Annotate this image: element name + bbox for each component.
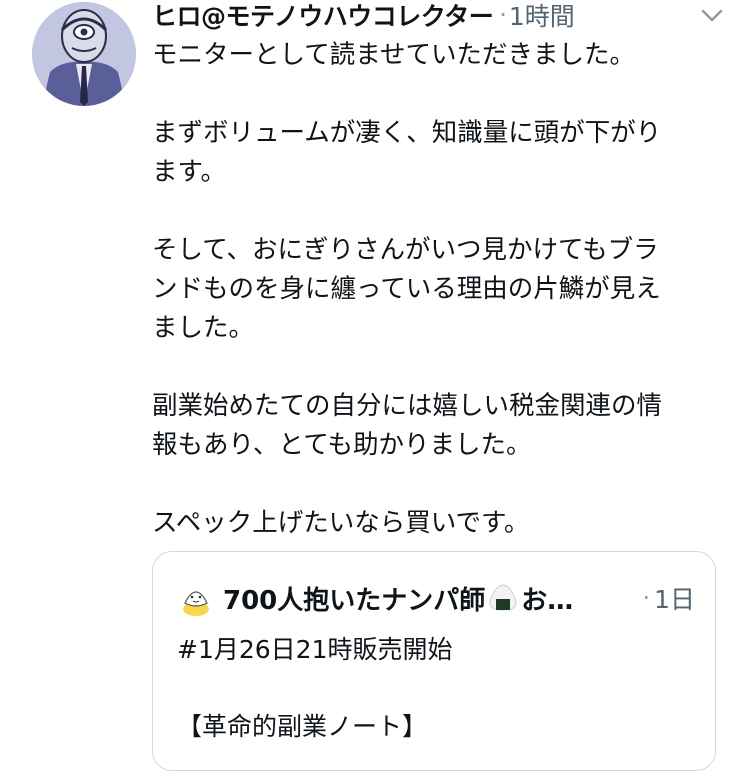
tweet-line: ンドものを身に纏っている理由の片鱗が見え bbox=[152, 274, 661, 304]
quoted-tweet-text: #1月26日21時販売開始 【革命的副業ノート】 bbox=[177, 631, 695, 746]
quoted-author-name-truncated[interactable]: お… bbox=[521, 580, 573, 617]
onigiri-icon bbox=[489, 584, 517, 611]
tweet-line: ます。 bbox=[152, 157, 226, 187]
author-avatar[interactable] bbox=[32, 2, 136, 106]
tweet-header: ヒロ@モテノウハウコレクター · 1時間 bbox=[152, 0, 750, 33]
quoted-tweet[interactable]: 700人抱いたナンパ師 お… · 1日 #1月26日21時販売開始 【革命的副業… bbox=[152, 551, 716, 771]
quoted-author-name[interactable]: 700人抱いたナンパ師 bbox=[223, 580, 485, 617]
tweet-line: そして、おにぎりさんがいつ見かけてもブラ bbox=[152, 235, 659, 265]
quoted-tweet-line: 【革命的副業ノート】 bbox=[177, 712, 428, 741]
tweet-line: モニターとして読ませていただきました。 bbox=[152, 40, 635, 70]
chevron-down-icon[interactable] bbox=[700, 8, 724, 24]
tweet-line: スペック上げたいなら買いです。 bbox=[152, 508, 530, 538]
tweet-line: 副業始めたての自分には嬉しい税金関連の情 bbox=[152, 391, 663, 421]
tweet-line: 報もあり、とても助かりました。 bbox=[152, 430, 532, 460]
quoted-header-separator: · bbox=[642, 584, 651, 612]
quoted-tweet-line: #1月26日21時販売開始 bbox=[177, 635, 453, 664]
tweet-text: モニターとして読ませていただきました。 まずボリュームが凄く、知識量に頭が下がり… bbox=[152, 36, 727, 543]
tweet-line: まずボリュームが凄く、知識量に頭が下がり bbox=[152, 118, 662, 148]
tweet-line: ました。 bbox=[152, 313, 255, 343]
author-name[interactable]: ヒロ@モテノウハウコレクター bbox=[152, 0, 494, 33]
tweet-time[interactable]: 1時間 bbox=[509, 0, 575, 33]
quoted-author-avatar[interactable] bbox=[177, 579, 215, 617]
quoted-tweet-header: 700人抱いたナンパ師 お… · 1日 bbox=[177, 577, 695, 619]
quoted-tweet-time[interactable]: 1日 bbox=[654, 580, 695, 616]
header-separator: · bbox=[499, 1, 507, 29]
